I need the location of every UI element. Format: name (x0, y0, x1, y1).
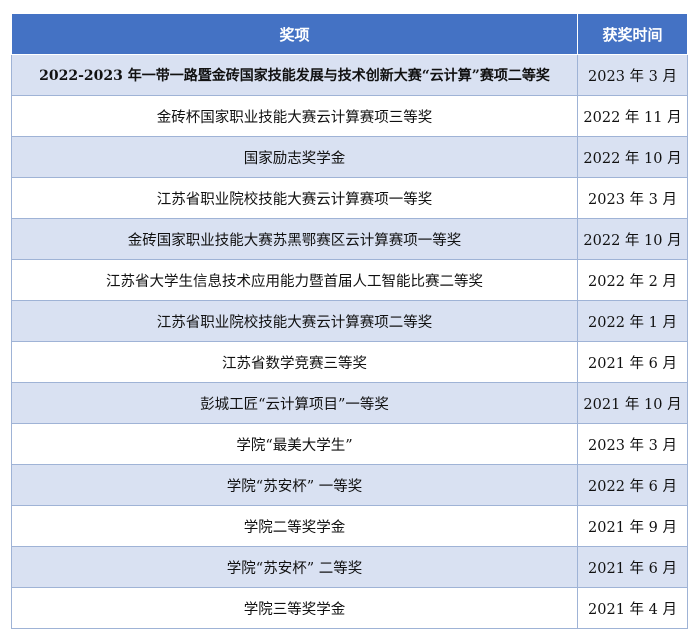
award-name-cell: 江苏省数学竞赛三等奖 (11, 341, 578, 383)
award-time-cell: 2022 年 1 月 (577, 300, 688, 342)
header-row: 奖项 获奖时间 (11, 13, 688, 55)
table-row: 学院“最美大学生” 2023 年 3 月 (11, 423, 688, 465)
table-row: 学院二等奖学金 2021 年 9 月 (11, 505, 688, 547)
award-name-cell: 国家励志奖学金 (11, 136, 578, 178)
award-time-cell: 2022 年 2 月 (577, 259, 688, 301)
table-row: 学院“苏安杯” 二等奖 2021 年 6 月 (11, 546, 688, 588)
award-name-cell: 彭城工匠“云计算项目”一等奖 (11, 382, 578, 424)
table-row: 学院“苏安杯” 一等奖 2022 年 6 月 (11, 464, 688, 506)
table-row: 金砖国家职业技能大赛苏黑鄂赛区云计算赛项一等奖 2022 年 10 月 (11, 218, 688, 260)
table-row: 国家励志奖学金 2022 年 10 月 (11, 136, 688, 178)
award-name-cell: 江苏省职业院校技能大赛云计算赛项一等奖 (11, 177, 578, 219)
award-time-cell: 2023 年 3 月 (577, 423, 688, 465)
table-header: 奖项 获奖时间 (11, 13, 688, 55)
award-name-cell: 江苏省职业院校技能大赛云计算赛项二等奖 (11, 300, 578, 342)
award-time-cell: 2021 年 9 月 (577, 505, 688, 547)
award-name-cell: 学院“苏安杯” 一等奖 (11, 464, 578, 506)
award-time-cell: 2022 年 6 月 (577, 464, 688, 506)
award-name-cell: 金砖国家职业技能大赛苏黑鄂赛区云计算赛项一等奖 (11, 218, 578, 260)
table-row: 江苏省大学生信息技术应用能力暨首届人工智能比赛二等奖 2022 年 2 月 (11, 259, 688, 301)
award-name-cell: 学院“苏安杯” 二等奖 (11, 546, 578, 588)
award-time-cell: 2023 年 3 月 (577, 177, 688, 219)
award-name-cell: 2022-2023 年一带一路暨金砖国家技能发展与技术创新大赛“云计算”赛项二等… (11, 54, 578, 96)
table-row: 彭城工匠“云计算项目”一等奖 2021 年 10 月 (11, 382, 688, 424)
award-time-cell: 2023 年 3 月 (577, 54, 688, 96)
table-row: 学院三等奖学金 2021 年 4 月 (11, 587, 688, 629)
table-row: 江苏省数学竞赛三等奖 2021 年 6 月 (11, 341, 688, 383)
award-time-cell: 2021 年 6 月 (577, 546, 688, 588)
award-time-cell: 2022 年 11 月 (577, 95, 688, 137)
award-name-cell: 学院二等奖学金 (11, 505, 578, 547)
award-time-cell: 2021 年 10 月 (577, 382, 688, 424)
table-row: 江苏省职业院校技能大赛云计算赛项二等奖 2022 年 1 月 (11, 300, 688, 342)
award-time-cell: 2022 年 10 月 (577, 136, 688, 178)
table-row: 江苏省职业院校技能大赛云计算赛项一等奖 2023 年 3 月 (11, 177, 688, 219)
table-row: 金砖杯国家职业技能大赛云计算赛项三等奖 2022 年 11 月 (11, 95, 688, 137)
header-award: 奖项 (11, 13, 578, 55)
header-award-time: 获奖时间 (577, 13, 688, 55)
award-time-cell: 2021 年 6 月 (577, 341, 688, 383)
table-body: 2022-2023 年一带一路暨金砖国家技能发展与技术创新大赛“云计算”赛项二等… (11, 54, 688, 629)
award-name-cell: 学院“最美大学生” (11, 423, 578, 465)
award-name-cell: 金砖杯国家职业技能大赛云计算赛项三等奖 (11, 95, 578, 137)
award-name-cell: 学院三等奖学金 (11, 587, 578, 629)
table-row: 2022-2023 年一带一路暨金砖国家技能发展与技术创新大赛“云计算”赛项二等… (11, 54, 688, 96)
award-name-cell: 江苏省大学生信息技术应用能力暨首届人工智能比赛二等奖 (11, 259, 578, 301)
awards-table: 奖项 获奖时间 2022-2023 年一带一路暨金砖国家技能发展与技术创新大赛“… (11, 13, 688, 629)
award-time-cell: 2021 年 4 月 (577, 587, 688, 629)
award-time-cell: 2022 年 10 月 (577, 218, 688, 260)
